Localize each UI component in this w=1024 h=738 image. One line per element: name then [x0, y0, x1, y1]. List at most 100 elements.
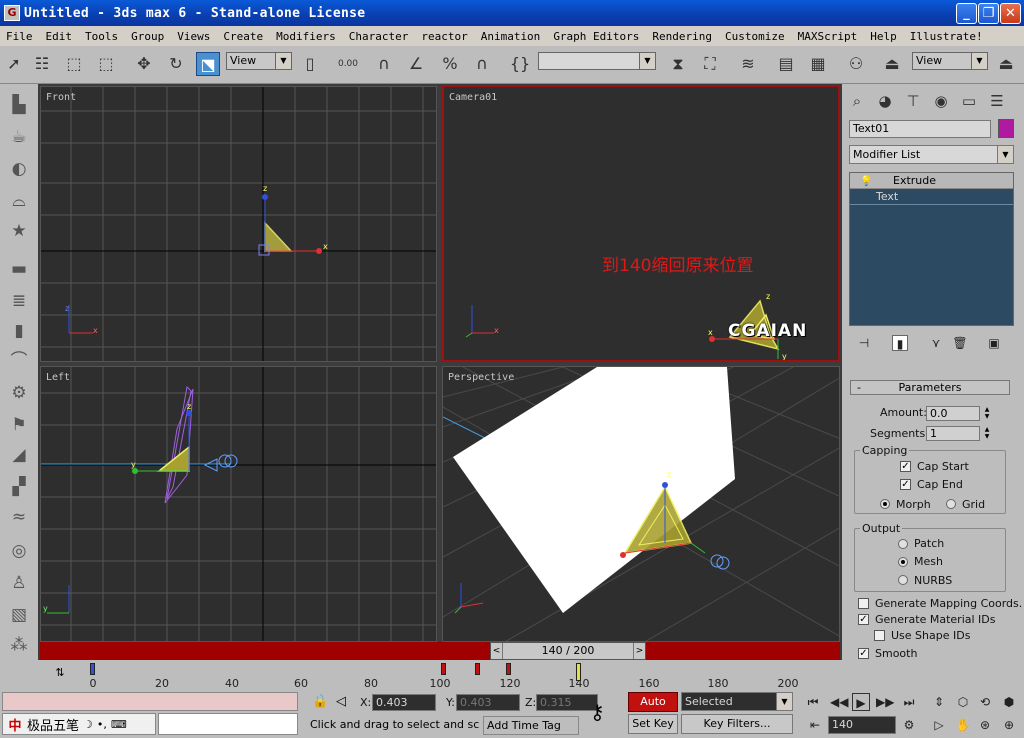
segments-spinner-arrows[interactable]: ▲ ▼ [982, 426, 992, 441]
mini-curve-icon[interactable]: ⇅ [52, 666, 68, 682]
render-view-combo[interactable]: View ▼ [912, 52, 988, 70]
menu-rendering[interactable]: Rendering [652, 30, 712, 43]
time-config-icon[interactable]: ⚙ [900, 716, 918, 734]
star-icon[interactable]: ★ [8, 220, 30, 242]
arc-rotate-icon[interactable]: ⊛ [976, 716, 994, 734]
coord-z-field[interactable]: 0.315 [536, 694, 598, 711]
display-tab-icon[interactable]: ▭ [958, 90, 980, 112]
remove-modifier-icon[interactable]: 🗑 [952, 335, 968, 351]
viewport-label-camera[interactable]: Camera01 [449, 92, 497, 103]
go-to-start-icon[interactable]: ⏮ [804, 693, 822, 711]
schematic-view-icon[interactable]: ▦ [806, 52, 830, 76]
modifier-list-combo[interactable]: Modifier List ▼ [849, 145, 1014, 164]
cap-start-checkbox[interactable]: ✓ [900, 461, 911, 472]
keyframe-marker[interactable] [441, 663, 446, 675]
ime-dot-icon[interactable]: •, [97, 718, 107, 731]
scroll-icon[interactable]: ▧ [8, 604, 30, 626]
plane-icon[interactable]: ▬ [8, 258, 30, 280]
close-button[interactable]: ✕ [1000, 3, 1021, 24]
menu-animation[interactable]: Animation [481, 30, 541, 43]
menu-illustrate[interactable]: Illustrate! [910, 30, 983, 43]
menu-help[interactable]: Help [870, 30, 897, 43]
coord-x-field[interactable]: 0.403 [372, 694, 436, 711]
rotate-icon[interactable]: ↻ [164, 52, 188, 76]
menu-edit[interactable]: Edit [46, 30, 73, 43]
zoom-extents-all-icon[interactable]: ⬢ [1000, 693, 1018, 711]
transform-mode-icon[interactable]: ◁ [336, 694, 346, 709]
nurbs-radio[interactable] [898, 575, 908, 585]
menu-customize[interactable]: Customize [725, 30, 785, 43]
morph-radio[interactable] [880, 499, 890, 509]
layer-manager-icon[interactable]: ≋ [736, 52, 760, 76]
viewport-label-front[interactable]: Front [46, 92, 76, 103]
region-select-icon[interactable]: ⬚ [62, 52, 86, 76]
mesh-radio[interactable] [898, 557, 908, 567]
go-to-end-icon[interactable]: ⏭ [900, 693, 918, 711]
zoom-extents-icon[interactable]: ⟲ [976, 693, 994, 711]
prev-frame-icon[interactable]: < [491, 643, 503, 659]
motion-tab-icon[interactable]: ◉ [930, 90, 952, 112]
add-time-tag-button[interactable]: Add Time Tag [483, 716, 579, 735]
cloth-icon[interactable]: ▞ [8, 476, 30, 498]
current-time-marker[interactable] [576, 663, 581, 681]
current-frame-field[interactable]: 140 [828, 716, 896, 734]
object-color-swatch[interactable] [998, 119, 1014, 138]
menu-graph-editors[interactable]: Graph Editors [553, 30, 639, 43]
viewport-label-left[interactable]: Left [46, 372, 70, 383]
previous-key-icon[interactable]: ◀◀ [830, 693, 848, 711]
gear-icon[interactable]: ⚙ [8, 382, 30, 404]
maximize-viewport-icon[interactable]: ⊕ [1000, 716, 1018, 734]
menu-file[interactable]: File [6, 30, 33, 43]
quick-render-icon[interactable]: ⏏ [994, 52, 1018, 76]
menu-tools[interactable]: Tools [85, 30, 118, 43]
auto-key-button[interactable]: Auto Key [628, 692, 678, 726]
configure-sets-icon[interactable]: ▣ [986, 335, 1002, 351]
stack-item-extrude[interactable]: 💡 Extrude [850, 173, 1013, 189]
particles-icon[interactable]: ⁂ [8, 634, 30, 656]
minimize-button[interactable]: _ [956, 3, 977, 24]
select-object-icon[interactable]: ➚ [2, 52, 26, 76]
snap-value[interactable]: 0.00 [336, 52, 360, 76]
key-mode-icon[interactable]: ⇤ [806, 716, 824, 734]
menu-views[interactable]: Views [177, 30, 210, 43]
gen-material-checkbox[interactable]: ✓ [858, 614, 869, 625]
smooth-checkbox[interactable]: ✓ [858, 648, 869, 659]
cylinder-icon[interactable]: ▮ [8, 320, 30, 342]
ime-moon-icon[interactable]: ☽ [83, 718, 93, 731]
zoom-icon[interactable]: ⇕ [930, 693, 948, 711]
keyframe-marker[interactable] [506, 663, 511, 675]
snap-toggle-icon[interactable]: ∩ [372, 52, 396, 76]
spinner-snap-icon[interactable]: ∩ [470, 52, 494, 76]
key-selection-combo[interactable]: Selected ▼ [681, 692, 793, 711]
next-key-icon[interactable]: ▶▶ [876, 693, 894, 711]
hierarchy-tab-icon[interactable]: ⊤ [902, 90, 924, 112]
material-editor-icon[interactable]: ⚇ [844, 52, 868, 76]
amount-spinner[interactable]: 0.0 [926, 406, 980, 421]
time-slider[interactable]: < 140 / 200 > [490, 642, 646, 660]
scale-icon[interactable]: ⬔ [196, 52, 220, 76]
next-frame-icon[interactable]: > [633, 643, 645, 659]
menu-reactor[interactable]: reactor [421, 30, 467, 43]
mirror-icon[interactable]: ⧗ [666, 52, 690, 76]
segments-spinner[interactable]: 1 [926, 426, 980, 441]
viewport-perspective[interactable]: z Perspective [442, 366, 840, 642]
keyframe-marker[interactable] [90, 663, 95, 675]
window-crossing-icon[interactable]: ⬚ [94, 52, 118, 76]
pan-icon[interactable]: ✋ [954, 716, 972, 734]
lathe-icon[interactable]: ⌓ [8, 190, 30, 212]
parameters-rollout[interactable]: - Parameters [850, 380, 1010, 395]
menu-character[interactable]: Character [349, 30, 409, 43]
teapot-icon[interactable]: ☕ [8, 126, 30, 148]
light-bulb-icon[interactable]: 💡 [860, 174, 872, 190]
pin-stack-icon[interactable]: ⊣ [856, 335, 872, 351]
biped-icon[interactable]: ♙ [8, 572, 30, 594]
ramp-icon[interactable]: ◢ [8, 444, 30, 466]
menu-create[interactable]: Create [223, 30, 263, 43]
render-scene-icon[interactable]: ⏏ [880, 52, 904, 76]
maxscript-listener[interactable] [2, 692, 298, 711]
use-shape-checkbox[interactable] [874, 630, 885, 641]
pivot-icon[interactable]: ▯ [298, 52, 322, 76]
play-icon[interactable]: ▶ [852, 693, 870, 711]
align-icon[interactable]: ⛶ [698, 52, 722, 76]
grid-radio[interactable] [946, 499, 956, 509]
